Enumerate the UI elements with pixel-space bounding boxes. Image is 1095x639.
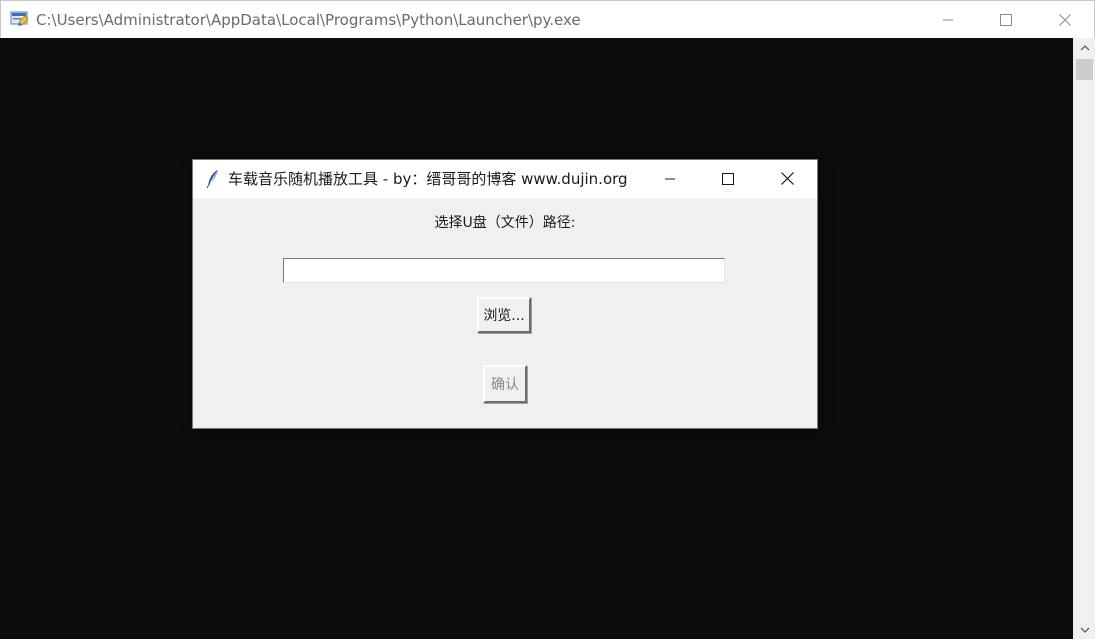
dialog-titlebar[interactable]: 车载音乐随机播放工具 - by：缙哥哥的博客 www.dujin.org	[193, 160, 817, 198]
console-minimize-button[interactable]	[919, 1, 977, 39]
browse-button[interactable]: 浏览...	[477, 297, 531, 333]
path-input[interactable]	[283, 258, 725, 283]
console-scrollbar[interactable]	[1073, 38, 1095, 639]
close-icon	[1059, 11, 1071, 30]
dialog-minimize-button[interactable]	[641, 160, 699, 198]
console-title: C:\Users\Administrator\AppData\Local\Pro…	[36, 11, 581, 29]
python-launcher-icon	[10, 10, 30, 30]
path-label: 选择U盘（文件）路径:	[434, 215, 576, 231]
dialog-close-button[interactable]	[758, 160, 816, 198]
maximize-icon	[722, 170, 734, 189]
minimize-icon	[664, 170, 676, 189]
scroll-down-arrow-icon[interactable]	[1074, 621, 1095, 639]
console-maximize-button[interactable]	[977, 1, 1035, 39]
console-titlebar[interactable]: C:\Users\Administrator\AppData\Local\Pro…	[0, 0, 1095, 38]
dialog-title: 车载音乐随机播放工具 - by：缙哥哥的博客 www.dujin.org	[228, 170, 628, 188]
tk-feather-icon	[205, 169, 221, 189]
dialog-maximize-button[interactable]	[699, 160, 757, 198]
confirm-button[interactable]: 确认	[483, 365, 527, 403]
scroll-thumb[interactable]	[1076, 59, 1093, 80]
music-tool-dialog: 车载音乐随机播放工具 - by：缙哥哥的博客 www.dujin.org 选择U…	[193, 160, 817, 428]
close-icon	[780, 170, 794, 189]
minimize-icon	[942, 11, 954, 30]
maximize-icon	[1000, 11, 1012, 30]
scroll-up-arrow-icon[interactable]	[1074, 38, 1095, 56]
console-close-button[interactable]	[1036, 1, 1094, 39]
